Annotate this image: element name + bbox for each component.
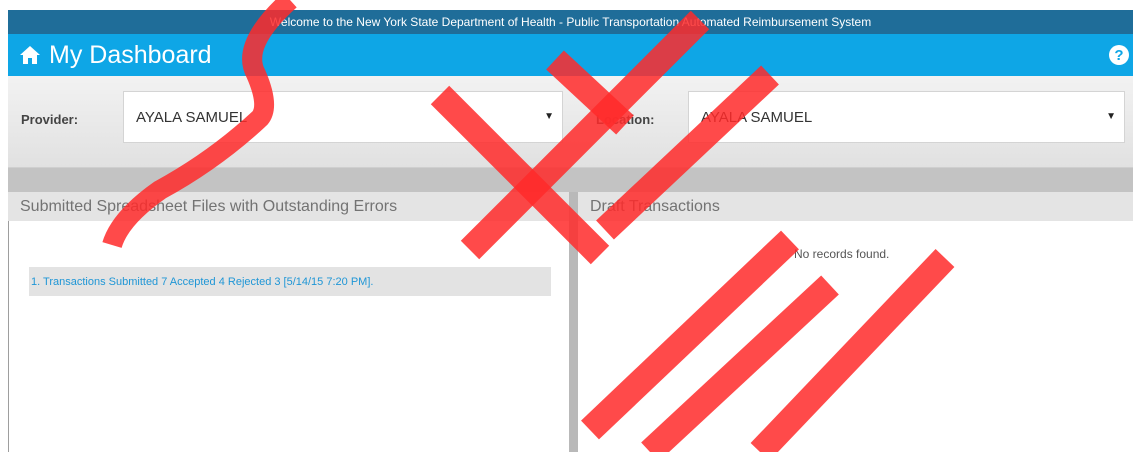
chevron-down-icon: ▼ xyxy=(544,111,554,122)
panel-splitter[interactable] xyxy=(569,192,578,452)
home-icon[interactable] xyxy=(19,45,41,65)
location-value: AYALA SAMUEL xyxy=(701,108,813,126)
welcome-text: Welcome to the New York State Department… xyxy=(269,15,872,29)
location-select[interactable]: AYALA SAMUEL ▼ xyxy=(688,91,1125,143)
provider-select[interactable]: AYALA SAMUEL ▼ xyxy=(123,91,563,143)
drafts-panel-title: Draft Transactions xyxy=(590,197,720,215)
filter-bar: Provider: AYALA SAMUEL ▼ Location: AYALA… xyxy=(8,76,1133,168)
question-circle-icon[interactable]: ? xyxy=(1109,45,1129,65)
title-bar: My Dashboard ? xyxy=(8,34,1133,76)
errors-panel-header: Submitted Spreadsheet Files with Outstan… xyxy=(8,192,569,221)
errors-panel-title: Submitted Spreadsheet Files with Outstan… xyxy=(20,197,398,215)
location-label: Location: xyxy=(596,112,655,127)
drafts-panel: No records found. xyxy=(578,221,1133,452)
errors-panel: 1. Transactions Submitted 7 Accepted 4 R… xyxy=(8,221,568,452)
provider-label: Provider: xyxy=(21,112,79,127)
chevron-down-icon: ▼ xyxy=(1106,111,1116,122)
welcome-banner: Welcome to the New York State Department… xyxy=(8,10,1133,34)
empty-message: No records found. xyxy=(794,247,890,261)
error-file-link[interactable]: 1. Transactions Submitted 7 Accepted 4 R… xyxy=(29,267,551,296)
help-glyph: ? xyxy=(1114,46,1124,64)
page-title: My Dashboard xyxy=(49,40,212,69)
drafts-panel-header: Draft Transactions xyxy=(578,192,1133,221)
error-file-text: 1. Transactions Submitted 7 Accepted 4 R… xyxy=(31,275,374,288)
dashboard-app: Welcome to the New York State Department… xyxy=(8,10,1133,452)
provider-value: AYALA SAMUEL xyxy=(136,108,248,126)
section-divider xyxy=(8,168,1133,192)
